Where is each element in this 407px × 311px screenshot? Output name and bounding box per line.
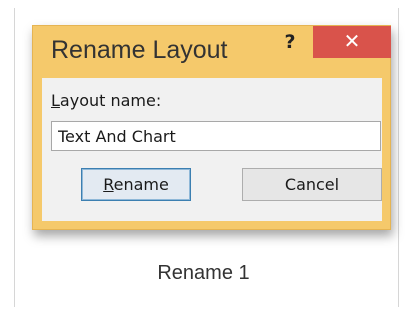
- rename-accesskey: R: [103, 175, 114, 194]
- question-mark-icon[interactable]: ?: [278, 28, 302, 56]
- close-icon[interactable]: ✕: [313, 26, 391, 58]
- layout-name-label-text: ayout name:: [59, 91, 162, 110]
- cancel-button[interactable]: Cancel: [242, 168, 382, 201]
- layout-name-label: Layout name:: [51, 91, 161, 110]
- rename-layout-dialog: Rename Layout ? ✕ Layout name: Rename Ca…: [32, 25, 391, 230]
- rename-button[interactable]: Rename: [81, 168, 191, 201]
- figure-caption: Rename 1: [157, 262, 250, 284]
- dialog-title: Rename Layout: [51, 36, 228, 64]
- dialog-titlebar[interactable]: Rename Layout ? ✕: [33, 26, 391, 74]
- layout-name-input[interactable]: [51, 121, 381, 151]
- layout-name-accesskey: L: [51, 91, 60, 110]
- screenshot-figure: Rename Layout ? ✕ Layout name: Rename Ca…: [0, 0, 407, 311]
- dialog-body: Layout name: Rename Cancel: [42, 78, 382, 221]
- rename-button-label: ename: [113, 175, 169, 194]
